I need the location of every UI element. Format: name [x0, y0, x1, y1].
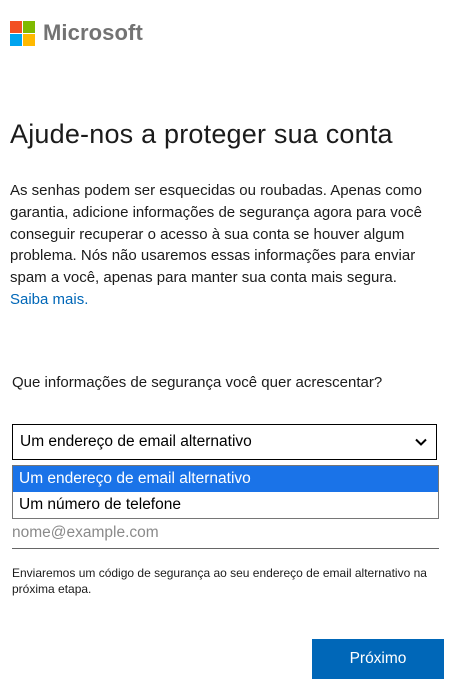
description-text: As senhas podem ser esquecidas ou roubad…	[10, 182, 422, 287]
microsoft-logo: Microsoft	[10, 20, 143, 46]
next-button[interactable]: Próximo	[312, 639, 444, 679]
select-current-value: Um endereço de email alternativo	[20, 433, 252, 450]
option-alternate-email[interactable]: Um endereço de email alternativo	[13, 466, 438, 492]
email-field[interactable]	[12, 517, 439, 549]
learn-more-link[interactable]: Saiba mais.	[10, 291, 88, 308]
brand-name: Microsoft	[43, 20, 143, 45]
logo-square-blue	[10, 33, 22, 46]
page-title: Ajude-nos a proteger sua conta	[10, 119, 393, 149]
security-code-hint: Enviaremos um código de segurança ao seu…	[12, 566, 427, 596]
microsoft-logo-icon	[10, 20, 35, 46]
page-description: As senhas podem ser esquecidas ou roubad…	[10, 180, 442, 311]
security-info-select[interactable]: Um endereço de email alternativo	[12, 424, 437, 460]
select-dropdown-list: Um endereço de email alternativo Um núme…	[12, 465, 439, 519]
logo-square-green	[23, 20, 35, 33]
chevron-down-icon	[415, 438, 427, 446]
security-info-question: Que informações de segurança você quer a…	[12, 374, 383, 391]
logo-square-red	[10, 20, 22, 33]
option-phone-number[interactable]: Um número de telefone	[13, 492, 438, 518]
logo-square-yellow	[23, 33, 35, 46]
